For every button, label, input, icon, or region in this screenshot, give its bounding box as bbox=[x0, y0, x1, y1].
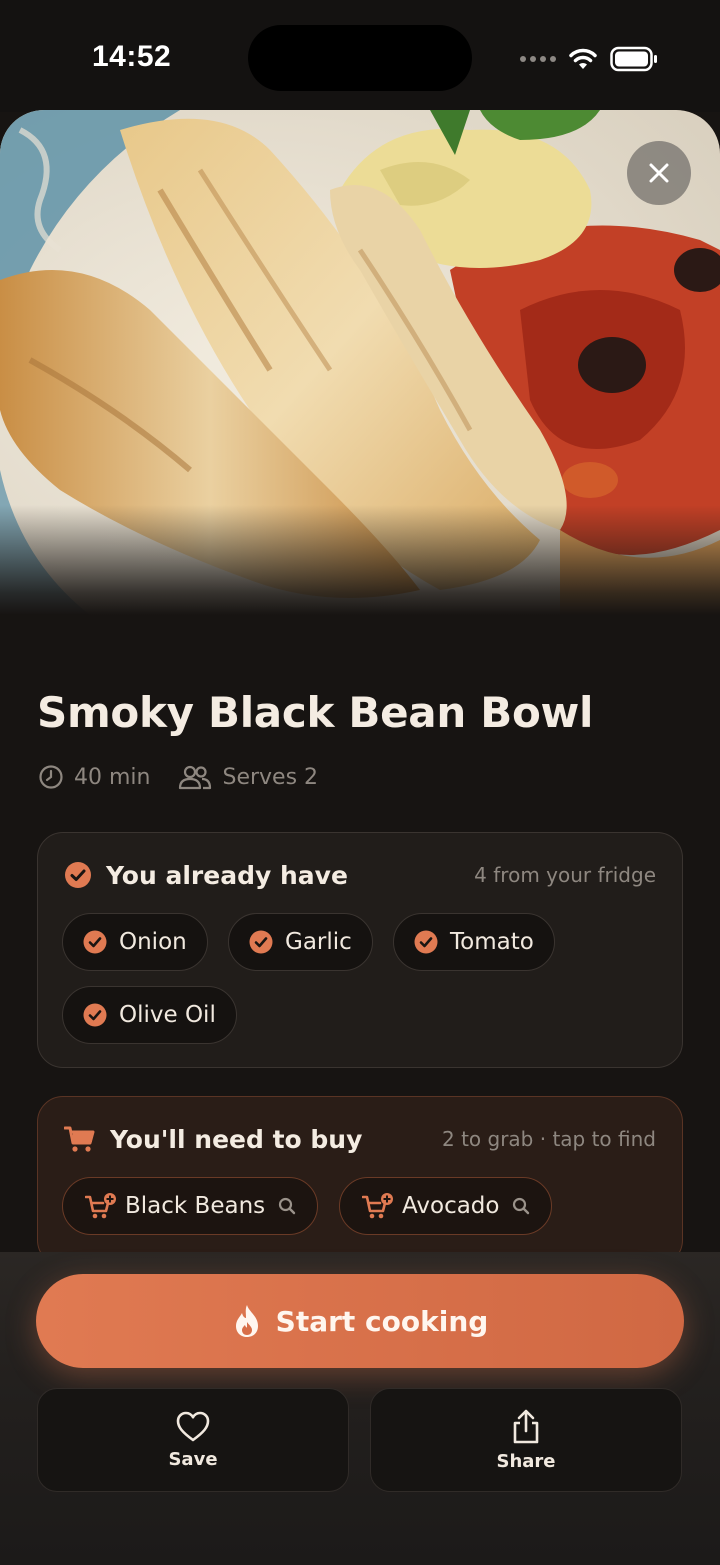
heart-icon bbox=[176, 1411, 210, 1441]
buy-ingredients-card: You'll need to buy 2 to grab · tap to fi… bbox=[37, 1096, 683, 1266]
buy-card-title: You'll need to buy bbox=[110, 1124, 363, 1154]
chip-label: Garlic bbox=[285, 929, 352, 955]
cook-time: 40 min bbox=[38, 764, 150, 790]
chip-label: Onion bbox=[119, 929, 187, 955]
search-icon bbox=[279, 1197, 296, 1215]
close-button[interactable] bbox=[627, 141, 691, 205]
check-circle-icon bbox=[414, 930, 438, 954]
cart-plus-icon bbox=[85, 1193, 116, 1219]
recipe-hero-image bbox=[0, 110, 720, 615]
check-circle-icon bbox=[83, 930, 107, 954]
share-label: Share bbox=[496, 1450, 556, 1472]
save-button[interactable]: Save bbox=[37, 1388, 349, 1492]
chip-label: Tomato bbox=[450, 929, 534, 955]
status-time: 14:52 bbox=[92, 40, 172, 73]
recipe-detail-screen: 14:52 Smoky Black Bean Bowl 40 min Serve… bbox=[0, 0, 720, 1565]
chip-label: Black Beans bbox=[125, 1193, 266, 1219]
have-chip-tomato[interactable]: Tomato bbox=[393, 913, 555, 971]
have-chip-olive-oil[interactable]: Olive Oil bbox=[62, 986, 237, 1044]
search-icon bbox=[513, 1197, 530, 1215]
status-bar: 14:52 bbox=[0, 0, 720, 112]
have-ingredients-card: You already have 4 from your fridge Onio… bbox=[37, 832, 683, 1068]
have-chip-garlic[interactable]: Garlic bbox=[228, 913, 373, 971]
chip-label: Avocado bbox=[402, 1193, 500, 1219]
servings-label: Serves 2 bbox=[222, 764, 319, 790]
cart-plus-icon bbox=[362, 1193, 393, 1219]
check-circle-icon bbox=[83, 1003, 107, 1027]
close-icon bbox=[649, 163, 669, 183]
buy-card-header: You'll need to buy 2 to grab · tap to fi… bbox=[64, 1097, 656, 1181]
status-icons bbox=[520, 44, 658, 74]
recipe-title: Smoky Black Bean Bowl bbox=[37, 688, 594, 737]
buy-card-subtitle: 2 to grab · tap to find bbox=[441, 1127, 656, 1151]
check-circle-icon bbox=[65, 862, 91, 888]
save-label: Save bbox=[168, 1448, 218, 1470]
chip-label: Olive Oil bbox=[119, 1002, 216, 1028]
battery-icon bbox=[610, 46, 657, 72]
buy-chip-black-beans[interactable]: Black Beans bbox=[62, 1177, 319, 1235]
servings: Serves 2 bbox=[178, 764, 318, 790]
dynamic-island bbox=[248, 25, 472, 91]
clock-icon bbox=[39, 765, 63, 789]
start-cooking-button[interactable]: Start cooking bbox=[36, 1274, 684, 1368]
cook-time-label: 40 min bbox=[74, 764, 151, 790]
recipe-meta: 40 min Serves 2 bbox=[38, 760, 346, 794]
have-card-header: You already have 4 from your fridge bbox=[64, 833, 656, 917]
cart-icon bbox=[64, 1126, 95, 1152]
share-icon bbox=[513, 1409, 539, 1443]
have-card-subtitle: 4 from your fridge bbox=[474, 863, 656, 887]
signal-icon bbox=[520, 56, 556, 62]
check-circle-icon bbox=[249, 930, 273, 954]
start-cooking-label: Start cooking bbox=[275, 1304, 489, 1338]
flame-icon bbox=[235, 1305, 258, 1337]
buy-chip-avocado[interactable]: Avocado bbox=[339, 1177, 553, 1235]
have-card-title: You already have bbox=[106, 860, 348, 890]
people-icon bbox=[179, 765, 212, 790]
share-button[interactable]: Share bbox=[370, 1388, 682, 1492]
hero-gradient-fade bbox=[0, 505, 720, 615]
wifi-icon bbox=[569, 48, 597, 69]
have-chip-onion[interactable]: Onion bbox=[62, 913, 208, 971]
